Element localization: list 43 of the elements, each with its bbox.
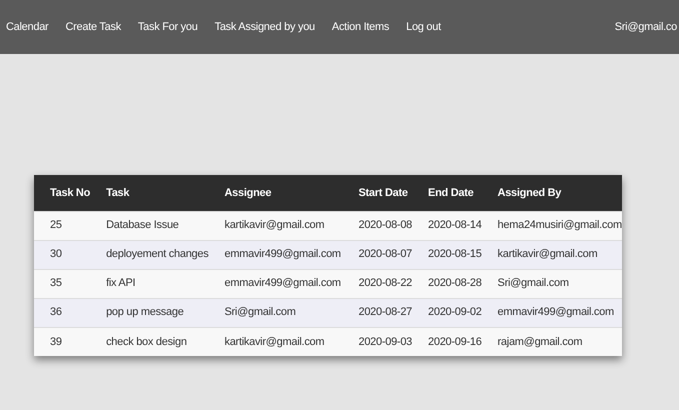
table-cell: 2020-09-16 — [412, 327, 482, 356]
table-cell: deployement changes — [90, 240, 208, 269]
table-cell: check box design — [90, 327, 208, 356]
table-cell: 2020-09-03 — [342, 327, 412, 356]
table-cell: 25 — [34, 211, 90, 240]
user-email: Sri@gmail.co — [614, 20, 677, 35]
column-header: Assigned By — [482, 175, 622, 211]
table-cell: 2020-08-27 — [342, 298, 412, 327]
table-cell: hema24musiri@gmail.com — [482, 211, 622, 240]
table-cell: 36 — [34, 298, 90, 327]
nav-link[interactable]: Create Task — [65, 18, 121, 36]
table-cell: 35 — [34, 269, 90, 298]
table-cell: 2020-08-14 — [412, 211, 482, 240]
table-cell: Sri@gmail.com — [208, 298, 342, 327]
table-cell: 2020-09-02 — [412, 298, 482, 327]
nav-link[interactable]: Log out — [406, 18, 441, 36]
table-cell: emmavir499@gmail.com — [208, 240, 342, 269]
column-header: End Date — [412, 175, 482, 211]
column-header: Task — [90, 175, 208, 211]
table-cell: 39 — [34, 327, 90, 356]
nav-link[interactable]: Task For you — [138, 18, 198, 36]
table-cell: fix API — [90, 269, 208, 298]
nav-link[interactable]: Calendar — [6, 18, 48, 36]
table-cell: pop up message — [90, 298, 208, 327]
table-cell: 2020-08-22 — [342, 269, 412, 298]
nav-link[interactable]: Action Items — [332, 18, 390, 36]
table-cell: rajam@gmail.com — [482, 327, 622, 356]
column-header: Start Date — [342, 175, 412, 211]
table-cell: Database Issue — [90, 211, 208, 240]
table-cell: kartikavir@gmail.com — [208, 211, 342, 240]
table-cell: Sri@gmail.com — [482, 269, 622, 298]
table-cell: kartikavir@gmail.com — [482, 240, 622, 269]
table-cell: 30 — [34, 240, 90, 269]
table-cell: 2020-08-07 — [342, 240, 412, 269]
column-header: Assignee — [208, 175, 342, 211]
nav-link[interactable]: Task Assigned by you — [214, 18, 315, 36]
column-header: Task No — [34, 175, 90, 211]
table-cell: 2020-08-28 — [412, 269, 482, 298]
table-cell: emmavir499@gmail.com — [208, 269, 342, 298]
table-cell: 2020-08-15 — [412, 240, 482, 269]
table-cell: emmavir499@gmail.com — [482, 298, 622, 327]
table-cell: kartikavir@gmail.com — [208, 327, 342, 356]
table-cell: 2020-08-08 — [342, 211, 412, 240]
